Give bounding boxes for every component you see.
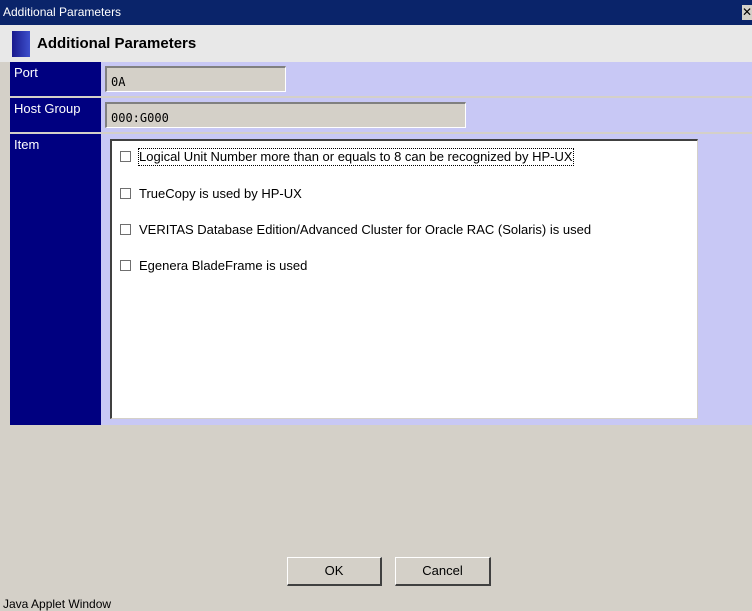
item-checkbox-list[interactable]: Logical Unit Number more than or equals … — [110, 139, 698, 419]
host-group-row: 000:G000 — [101, 98, 752, 132]
checkbox-label: TrueCopy is used by HP-UX — [139, 186, 302, 201]
ok-button[interactable]: OK — [287, 557, 382, 586]
close-icon[interactable]: ✕ — [742, 5, 752, 20]
checkbox[interactable] — [120, 224, 131, 235]
port-row: 0A — [101, 62, 752, 96]
checkbox[interactable] — [120, 260, 131, 271]
checkbox[interactable] — [120, 151, 131, 162]
window-titlebar: Additional Parameters ✕ — [0, 0, 752, 25]
item-label: Item — [10, 134, 101, 425]
cancel-button[interactable]: Cancel — [395, 557, 491, 586]
checkbox[interactable] — [120, 188, 131, 199]
host-group-field: 000:G000 — [105, 102, 466, 128]
page-title: Additional Parameters — [37, 35, 197, 52]
panel-header: Additional Parameters — [0, 25, 752, 62]
header-accent-bar — [12, 31, 30, 57]
port-field: 0A — [105, 66, 286, 92]
checkbox-label: Egenera BladeFrame is used — [139, 258, 308, 273]
window-title: Additional Parameters — [3, 5, 122, 19]
port-label: Port — [10, 62, 101, 96]
checkbox-label: VERITAS Database Edition/Advanced Cluste… — [139, 222, 592, 237]
checkbox-label: Logical Unit Number more than or equals … — [138, 148, 574, 166]
host-group-label: Host Group — [10, 98, 101, 132]
applet-footer-label: Java Applet Window — [3, 597, 112, 611]
